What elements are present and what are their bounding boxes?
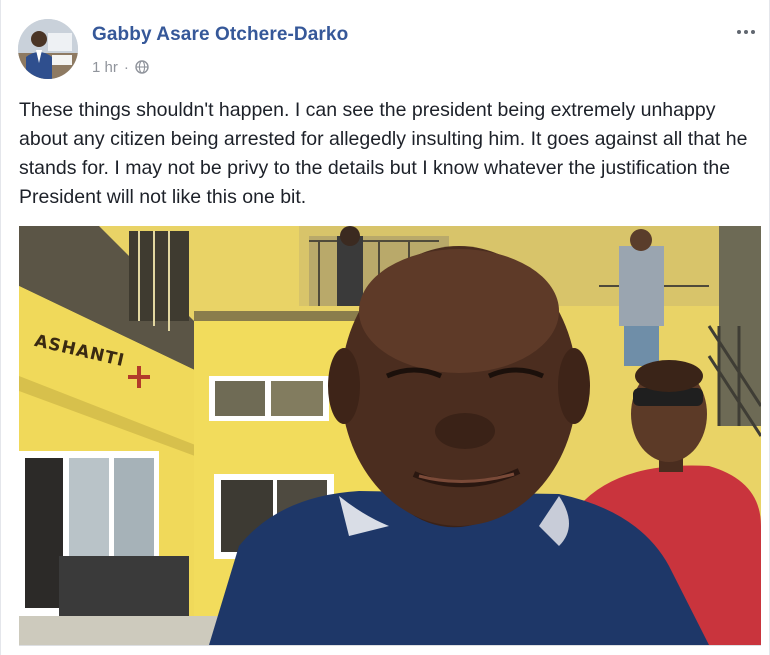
photo-image <box>19 226 761 645</box>
avatar-image <box>18 19 78 79</box>
post-card: Gabby Asare Otchere-Darko 1 hr · These t… <box>0 0 770 655</box>
post-photo[interactable]: ASHANTI <box>19 226 761 645</box>
post-timestamp[interactable]: 1 hr <box>92 59 118 76</box>
ellipsis-dot <box>751 30 755 34</box>
more-options-button[interactable] <box>731 24 761 40</box>
author-name-link[interactable]: Gabby Asare Otchere-Darko <box>92 24 348 46</box>
globe-icon <box>135 60 149 74</box>
post-divider <box>19 645 761 646</box>
post-meta: 1 hr · <box>92 57 149 77</box>
meta-separator: · <box>123 58 129 76</box>
author-avatar[interactable] <box>18 19 78 79</box>
ellipsis-dot <box>744 30 748 34</box>
ellipsis-icon <box>737 30 741 34</box>
post-body-text: These things shouldn't happen. I can see… <box>19 99 748 208</box>
